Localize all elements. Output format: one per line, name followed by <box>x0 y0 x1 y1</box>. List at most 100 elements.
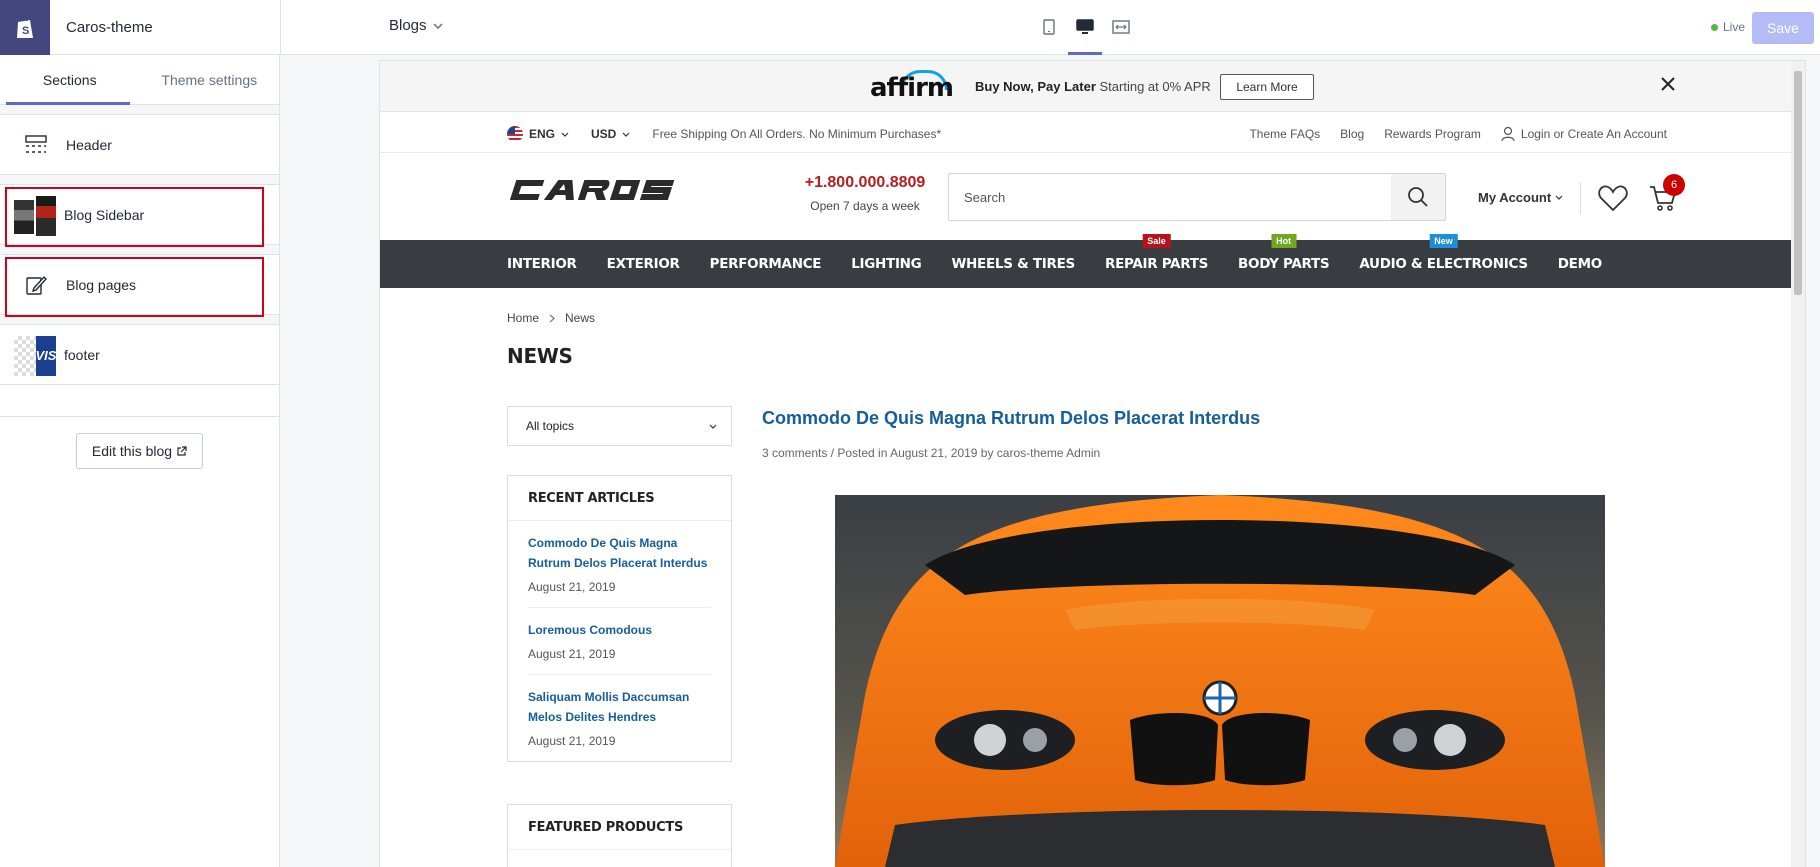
nav-item-label: INTERIOR <box>507 256 577 272</box>
my-account-menu[interactable]: My Account <box>1478 190 1563 205</box>
featured-products-title: FEATURED PRODUCTS <box>508 805 731 850</box>
search-icon <box>1408 187 1428 207</box>
nav-item[interactable]: BODY PARTS Hot <box>1238 234 1330 272</box>
live-status: Live <box>1711 20 1745 34</box>
nav-item[interactable]: INTERIOR <box>507 256 577 272</box>
preview-scrollbar[interactable] <box>1791 61 1805 867</box>
header-divider <box>1580 182 1581 214</box>
section-label: footer <box>64 346 100 363</box>
search-input[interactable] <box>949 174 1391 220</box>
link-blog[interactable]: Blog <box>1340 127 1364 141</box>
fullscreen-view-button[interactable] <box>1108 14 1134 40</box>
nav-item-label: BODY PARTS <box>1238 256 1330 272</box>
recent-article: Loremous Comodous August 21, 2019 <box>528 608 711 675</box>
section-footer[interactable]: VIS footer <box>0 325 279 385</box>
phone-number[interactable]: +1.800.000.8809 <box>780 174 950 192</box>
recent-article-title[interactable]: Loremous Comodous <box>528 620 711 640</box>
learn-more-button[interactable]: Learn More <box>1220 74 1314 100</box>
tab-sections[interactable]: Sections <box>0 55 140 105</box>
chevron-down-icon <box>622 132 630 137</box>
recent-article: Saliquam Mollis Daccumsan Melos Delites … <box>528 675 711 761</box>
header-layout-icon <box>20 129 52 161</box>
mobile-view-button[interactable] <box>1036 14 1062 40</box>
section-label: Blog Sidebar <box>64 206 145 223</box>
shipping-notice: Free Shipping On All Orders. No Minimum … <box>652 127 942 141</box>
recent-articles-box: RECENT ARTICLES Commodo De Quis Magna Ru… <box>507 475 732 762</box>
nav-item[interactable]: AUDIO & ELECTRONICS New <box>1359 234 1528 272</box>
nav-item[interactable]: WHEELS & TIRES <box>951 256 1075 272</box>
recent-article-title[interactable]: Saliquam Mollis Daccumsan Melos Delites … <box>528 687 711 727</box>
nav-item[interactable]: PERFORMANCE <box>710 256 822 272</box>
user-icon <box>1501 126 1515 142</box>
heart-icon[interactable] <box>1598 184 1628 212</box>
topics-select-value: All topics <box>526 419 575 433</box>
nav-badge: New <box>1429 234 1458 248</box>
post-title[interactable]: Commodo De Quis Magna Rutrum Delos Place… <box>762 408 1260 429</box>
external-link-icon <box>177 446 187 456</box>
tab-theme-settings[interactable]: Theme settings <box>140 55 280 104</box>
language-label: ENG <box>529 127 556 141</box>
language-selector[interactable]: ENG <box>507 126 569 142</box>
nav-item[interactable]: LIGHTING <box>851 256 922 272</box>
login-link[interactable]: Login or Create An Account <box>1501 126 1667 142</box>
edit-this-blog-button[interactable]: Edit this blog <box>75 433 204 469</box>
edit-blog-wrapper: Edit this blog <box>0 416 279 485</box>
live-label: Live <box>1723 20 1746 34</box>
recent-article-date: August 21, 2019 <box>528 580 616 594</box>
my-account-label: My Account <box>1478 190 1552 205</box>
currency-label: USD <box>591 127 617 141</box>
link-rewards[interactable]: Rewards Program <box>1384 127 1481 141</box>
search-button[interactable] <box>1391 174 1445 220</box>
shopify-bag-icon: S <box>17 16 33 38</box>
caros-logo[interactable] <box>507 178 677 202</box>
section-blog-sidebar[interactable]: Blog Sidebar <box>0 185 279 247</box>
affirm-promo-text: Buy Now, Pay Later Starting at 0% APR <box>975 79 1211 94</box>
currency-selector[interactable]: USD <box>591 127 630 141</box>
nav-badge: Sale <box>1142 234 1171 248</box>
nav-item-label: WHEELS & TIRES <box>951 256 1075 272</box>
scrollbar-thumb[interactable] <box>1794 71 1802 295</box>
desktop-icon <box>1076 19 1094 34</box>
nav-badge: Hot <box>1271 234 1297 248</box>
phone-block: +1.800.000.8809 Open 7 days a week <box>780 174 950 213</box>
section-gap <box>0 175 279 185</box>
recent-article-date: August 21, 2019 <box>528 734 616 748</box>
topics-select[interactable]: All topics <box>507 406 732 446</box>
shopify-logo[interactable]: S <box>0 0 50 55</box>
expand-width-icon <box>1112 20 1130 34</box>
editor-topbar: S Caros-theme Blogs Live Save <box>0 0 1820 55</box>
nav-item[interactable]: REPAIR PARTS Sale <box>1104 234 1209 272</box>
affirm-promo-bar: affirm Buy Now, Pay Later Starting at 0%… <box>380 61 1791 112</box>
chevron-down-icon <box>433 22 443 29</box>
breadcrumb-home[interactable]: Home <box>507 311 539 325</box>
recent-article-date: August 21, 2019 <box>528 647 616 661</box>
nav-item-label: EXTERIOR <box>606 256 680 272</box>
edit-page-icon <box>20 269 52 301</box>
post-featured-image[interactable] <box>835 495 1605 867</box>
nav-item[interactable]: DEMO <box>1558 256 1602 272</box>
edit-blog-label: Edit this blog <box>91 443 173 459</box>
section-gap <box>0 105 279 115</box>
nav-item[interactable]: EXTERIOR <box>607 256 680 272</box>
page-selector[interactable]: Blogs <box>389 17 443 34</box>
orange-car-image <box>835 495 1605 867</box>
section-blog-pages[interactable]: Blog pages <box>0 255 279 317</box>
nav-item-label: PERFORMANCE <box>709 256 822 272</box>
nav-item-label: REPAIR PARTS <box>1104 256 1209 272</box>
utility-bar: ENG USD Free Shipping On All Orders. No … <box>380 113 1791 153</box>
chevron-down-icon <box>709 424 717 429</box>
breadcrumb-current: News <box>565 311 596 325</box>
section-header[interactable]: Header <box>0 115 279 175</box>
recent-article-title[interactable]: Commodo De Quis Magna Rutrum Delos Place… <box>528 533 711 573</box>
chevron-down-icon <box>1555 195 1563 200</box>
nav-item-label: AUDIO & ELECTRONICS <box>1359 256 1528 272</box>
save-button[interactable]: Save <box>1752 12 1814 44</box>
svg-text:S: S <box>22 25 29 37</box>
recent-articles-title: RECENT ARTICLES <box>508 476 731 521</box>
close-icon[interactable] <box>1660 76 1676 92</box>
breadcrumb: Home News <box>507 311 595 325</box>
chevron-right-icon <box>549 314 555 322</box>
link-theme-faqs[interactable]: Theme FAQs <box>1249 127 1320 141</box>
login-label: Login or Create An Account <box>1520 127 1667 141</box>
desktop-view-button[interactable] <box>1068 14 1102 55</box>
